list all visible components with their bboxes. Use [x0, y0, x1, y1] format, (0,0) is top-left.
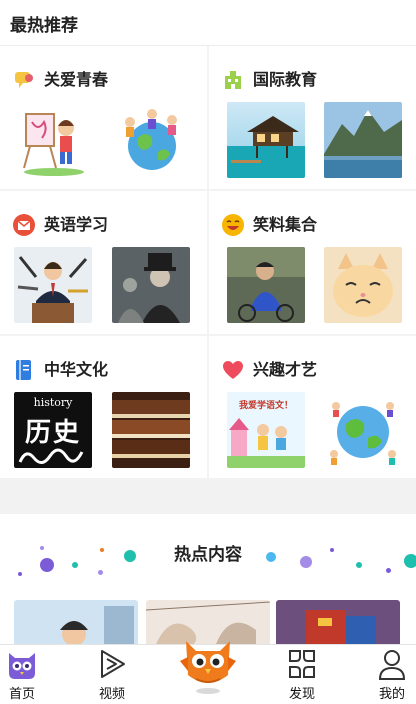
category-card-english[interactable]: 英语学习 — [0, 191, 207, 334]
thumbnail-image[interactable] — [112, 102, 190, 178]
header: 最热推荐 — [0, 0, 416, 46]
thumbnail-image[interactable] — [112, 392, 190, 468]
thumbnail-image[interactable] — [324, 392, 402, 468]
thumbnail-image[interactable] — [14, 247, 92, 323]
heart-icon — [223, 361, 243, 379]
thumbnail-image[interactable] — [14, 102, 92, 178]
thumbnail-image[interactable] — [227, 102, 305, 178]
book-icon — [16, 360, 31, 380]
chat-bubble-icon — [15, 72, 33, 88]
category-label: 笑料集合 — [253, 215, 318, 234]
owl-home-icon — [9, 653, 35, 679]
hot-content-section: 热点内容 — [0, 514, 416, 644]
play-icon — [101, 650, 125, 678]
envelope-icon — [13, 214, 35, 236]
tab-label: 首页 — [8, 687, 35, 702]
tab-label: 我的 — [378, 687, 405, 702]
category-card-jokes[interactable]: 笑料集合 — [209, 191, 416, 334]
person-icon — [378, 650, 406, 680]
decor-dot — [98, 570, 103, 575]
tab-label: 视频 — [98, 687, 125, 702]
decor-dot — [18, 572, 22, 576]
category-label: 兴趣才艺 — [253, 360, 318, 379]
thumbnail-image[interactable]: 我爱学语文！ — [227, 392, 305, 468]
thumbnail-image[interactable] — [112, 247, 190, 323]
four-petal-discover-icon — [289, 650, 315, 678]
page-title: 最热推荐 — [10, 16, 78, 36]
category-label: 英语学习 — [44, 215, 109, 234]
section-title: 热点内容 — [174, 545, 242, 565]
tab-discover[interactable]: 发现 — [272, 645, 332, 704]
bottom-tab-bar: 首页 视频 发现 我的 — [0, 641, 416, 704]
category-card-hobbies[interactable]: 兴趣才艺 我爱学语文！ — [209, 336, 416, 479]
thumbnail-image[interactable] — [227, 247, 305, 323]
category-label: 国际教育 — [253, 70, 318, 89]
orange-owl-mascot-icon — [180, 641, 236, 694]
thumbnail-image[interactable]: history 历史 — [14, 392, 92, 468]
category-card-youth[interactable]: 关爱青春 — [0, 46, 207, 189]
thumbnail-image[interactable] — [324, 102, 402, 178]
hot-thumbnail[interactable] — [276, 600, 400, 644]
category-label: 关爱青春 — [44, 70, 109, 89]
tab-me[interactable]: 我的 — [362, 645, 416, 704]
history-word: history — [33, 396, 73, 409]
category-card-chinese-culture[interactable]: 中华文化 history 历史 — [0, 336, 207, 479]
tab-home[interactable]: 首页 — [0, 645, 52, 704]
tab-label: 发现 — [288, 687, 315, 702]
hot-thumbnail[interactable] — [14, 600, 138, 644]
category-card-international-education[interactable]: 国际教育 — [209, 46, 416, 189]
decor-dot — [386, 568, 391, 573]
tab-video[interactable]: 视频 — [82, 645, 142, 704]
category-grid: 关爱青春 国际教育 英语学习 笑料集合 中华文化 history 历史 兴趣才艺… — [0, 46, 416, 479]
section-gap — [0, 478, 416, 514]
thumbnail-image[interactable] — [324, 247, 402, 323]
building-icon — [225, 71, 241, 89]
category-label: 中华文化 — [44, 360, 109, 379]
center-mascot-button[interactable] — [178, 631, 238, 697]
laughing-face-icon — [222, 214, 244, 236]
